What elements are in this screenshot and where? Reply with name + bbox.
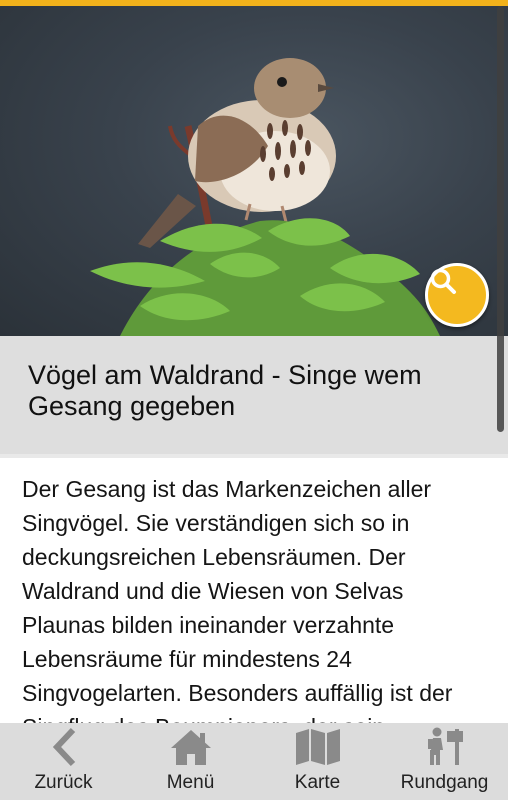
nav-tour-button[interactable]: Rundgang xyxy=(381,723,508,800)
scrollbar[interactable] xyxy=(497,6,504,432)
nav-back-label: Zurück xyxy=(34,772,93,793)
nav-map-label: Karte xyxy=(294,772,341,793)
zoom-button[interactable] xyxy=(425,263,489,327)
title-band: Vögel am Waldrand - Singe wem Gesang geg… xyxy=(0,336,508,454)
hero-image xyxy=(0,6,508,336)
divider xyxy=(0,454,508,458)
home-icon xyxy=(170,730,211,765)
search-icon xyxy=(430,268,456,294)
nav-map-button[interactable]: Karte xyxy=(254,723,381,800)
map-icon xyxy=(295,729,340,765)
hiker-signpost-icon xyxy=(427,727,463,765)
nav-tour-label: Rundgang xyxy=(400,772,489,793)
nav-back-button[interactable]: Zurück xyxy=(0,723,127,800)
page-title: Vögel am Waldrand - Singe wem Gesang geg… xyxy=(28,360,422,421)
nav-menu-label: Menü xyxy=(166,772,215,793)
article-text: Der Gesang ist das Markenzeichen aller S… xyxy=(22,476,453,723)
chevron-left-icon xyxy=(52,727,75,767)
bottom-navigation: Zurück Menü Karte Rundgang xyxy=(0,723,508,800)
nav-menu-button[interactable]: Menü xyxy=(127,723,254,800)
